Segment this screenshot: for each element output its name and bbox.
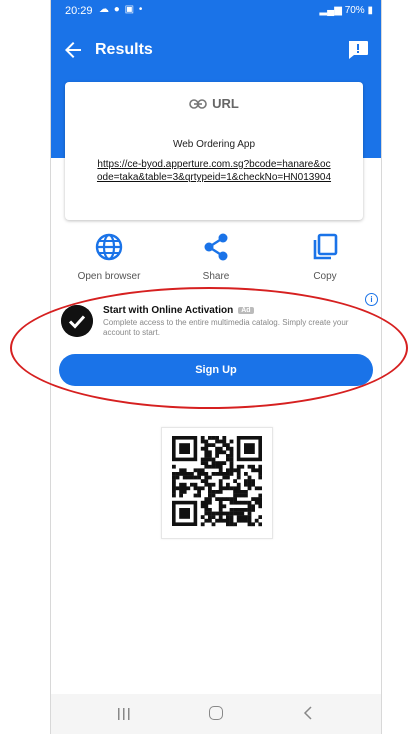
feedback-icon[interactable]	[347, 40, 369, 60]
copy-button[interactable]: Copy	[275, 232, 375, 282]
result-url-link[interactable]: https://ce-byod.apperture.com.sg?bcode=h…	[95, 158, 333, 184]
ad-description: Complete access to the entire multimedia…	[103, 318, 349, 337]
qr-code	[172, 436, 262, 527]
globe-icon	[95, 233, 123, 261]
phone-screen: 20:29 ☁ ● ▣ • ▂▄▆ 70% ▮ Results URL Web …	[50, 0, 382, 734]
checkmark-icon	[61, 305, 93, 337]
share-icon	[204, 233, 228, 261]
ad-badge: Ad	[238, 306, 254, 314]
result-subtitle: Web Ordering App	[172, 139, 256, 150]
open-browser-button[interactable]: Open browser	[59, 232, 159, 282]
copy-label: Copy	[313, 271, 337, 282]
nav-back-icon[interactable]	[303, 706, 313, 720]
battery-level: 70%	[344, 5, 365, 16]
app-bar: Results	[51, 22, 381, 78]
copy-icon	[313, 233, 338, 260]
info-icon[interactable]: i	[365, 293, 378, 306]
home-icon[interactable]	[209, 706, 223, 720]
result-type-label: URL	[212, 96, 239, 111]
ad-title: Start with Online Activation Ad	[103, 305, 254, 316]
ad-title-text: Start with Online Activation	[103, 305, 234, 316]
system-nav-bar	[51, 694, 381, 734]
share-button[interactable]: Share	[166, 232, 266, 282]
qr-code-image	[161, 427, 273, 539]
notification-icons: ☁ ● ▣ •	[99, 4, 144, 15]
battery-icon: ▮	[367, 5, 373, 16]
status-right-icons: ▂▄▆ 70% ▮	[319, 5, 373, 16]
open-browser-label: Open browser	[77, 271, 141, 282]
sign-up-button[interactable]: Sign Up	[59, 354, 373, 386]
action-row: Open browser Share Copy	[51, 232, 381, 292]
share-label: Share	[202, 271, 230, 282]
page-title: Results	[95, 41, 153, 58]
status-time: 20:29	[65, 5, 93, 17]
status-bar: 20:29 ☁ ● ▣ • ▂▄▆ 70% ▮	[51, 0, 381, 22]
back-arrow-icon[interactable]	[61, 38, 85, 62]
recents-icon[interactable]	[117, 708, 131, 720]
signal-icon: ▂▄▆	[319, 5, 342, 16]
link-icon	[189, 98, 207, 109]
result-card: URL Web Ordering App https://ce-byod.app…	[65, 82, 363, 220]
result-type: URL	[65, 96, 363, 111]
